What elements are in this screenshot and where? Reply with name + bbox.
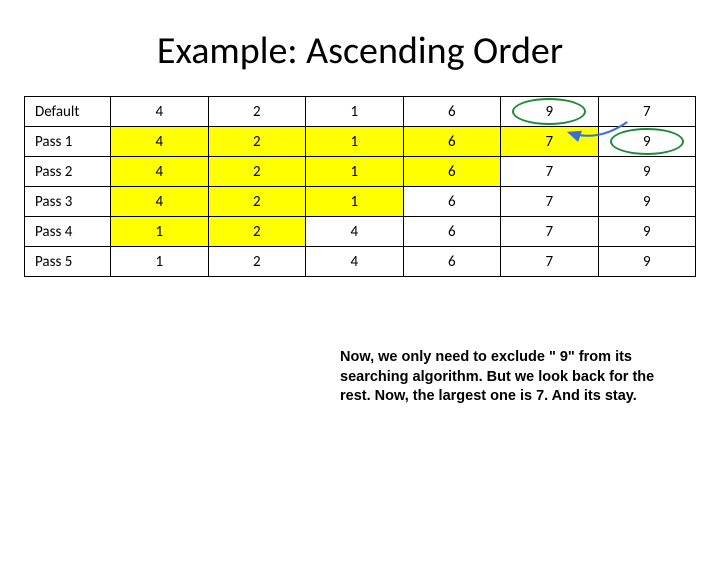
table-cell: 6 [403, 187, 501, 217]
table-cell: 6 [403, 247, 501, 277]
table-cell: 7 [501, 127, 599, 157]
row-label: Pass 1 [25, 127, 111, 157]
table-cell: 4 [111, 157, 209, 187]
table-cell: 6 [403, 157, 501, 187]
table-cell: 9 [598, 187, 696, 217]
table-cell: 4 [111, 97, 209, 127]
page-title: Example: Ascending Order [0, 28, 720, 74]
table-cell: 2 [208, 97, 306, 127]
table-cell: 2 [208, 157, 306, 187]
table-cell: 9 [598, 127, 696, 157]
table-row: Default421697 [25, 97, 696, 127]
table-cell: 6 [403, 97, 501, 127]
row-label: Pass 3 [25, 187, 111, 217]
table-cell: 6 [403, 217, 501, 247]
table-cell: 1 [111, 217, 209, 247]
table-row: Pass 5124679 [25, 247, 696, 277]
row-label: Pass 5 [25, 247, 111, 277]
table-cell: 7 [501, 217, 599, 247]
row-label: Pass 4 [25, 217, 111, 247]
table-cell: 4 [111, 187, 209, 217]
table-cell: 9 [598, 217, 696, 247]
table-row: Pass 4124679 [25, 217, 696, 247]
table-cell: 1 [306, 127, 404, 157]
table-cell: 4 [306, 247, 404, 277]
caption-text: Now, we only need to exclude " 9" from i… [340, 348, 680, 407]
table-cell: 4 [111, 127, 209, 157]
table-row: Pass 3421679 [25, 187, 696, 217]
table-row: Pass 1421679 [25, 127, 696, 157]
table-cell: 7 [501, 157, 599, 187]
table-cell: 2 [208, 247, 306, 277]
table-cell: 7 [598, 97, 696, 127]
table-cell: 1 [111, 247, 209, 277]
table-row: Pass 2421679 [25, 157, 696, 187]
table-cell: 9 [598, 247, 696, 277]
table-cell: 9 [598, 157, 696, 187]
row-label: Default [25, 97, 111, 127]
table-cell: 1 [306, 97, 404, 127]
table-cell: 6 [403, 127, 501, 157]
table-cell: 7 [501, 247, 599, 277]
table-wrap: Default421697Pass 1421679Pass 2421679Pas… [24, 96, 696, 277]
table-cell: 9 [501, 97, 599, 127]
table-cell: 1 [306, 187, 404, 217]
table-cell: 4 [306, 217, 404, 247]
table-cell: 2 [208, 187, 306, 217]
table-cell: 1 [306, 157, 404, 187]
table-cell: 7 [501, 187, 599, 217]
row-label: Pass 2 [25, 157, 111, 187]
table-cell: 2 [208, 217, 306, 247]
sort-table: Default421697Pass 1421679Pass 2421679Pas… [24, 96, 696, 277]
table-cell: 2 [208, 127, 306, 157]
